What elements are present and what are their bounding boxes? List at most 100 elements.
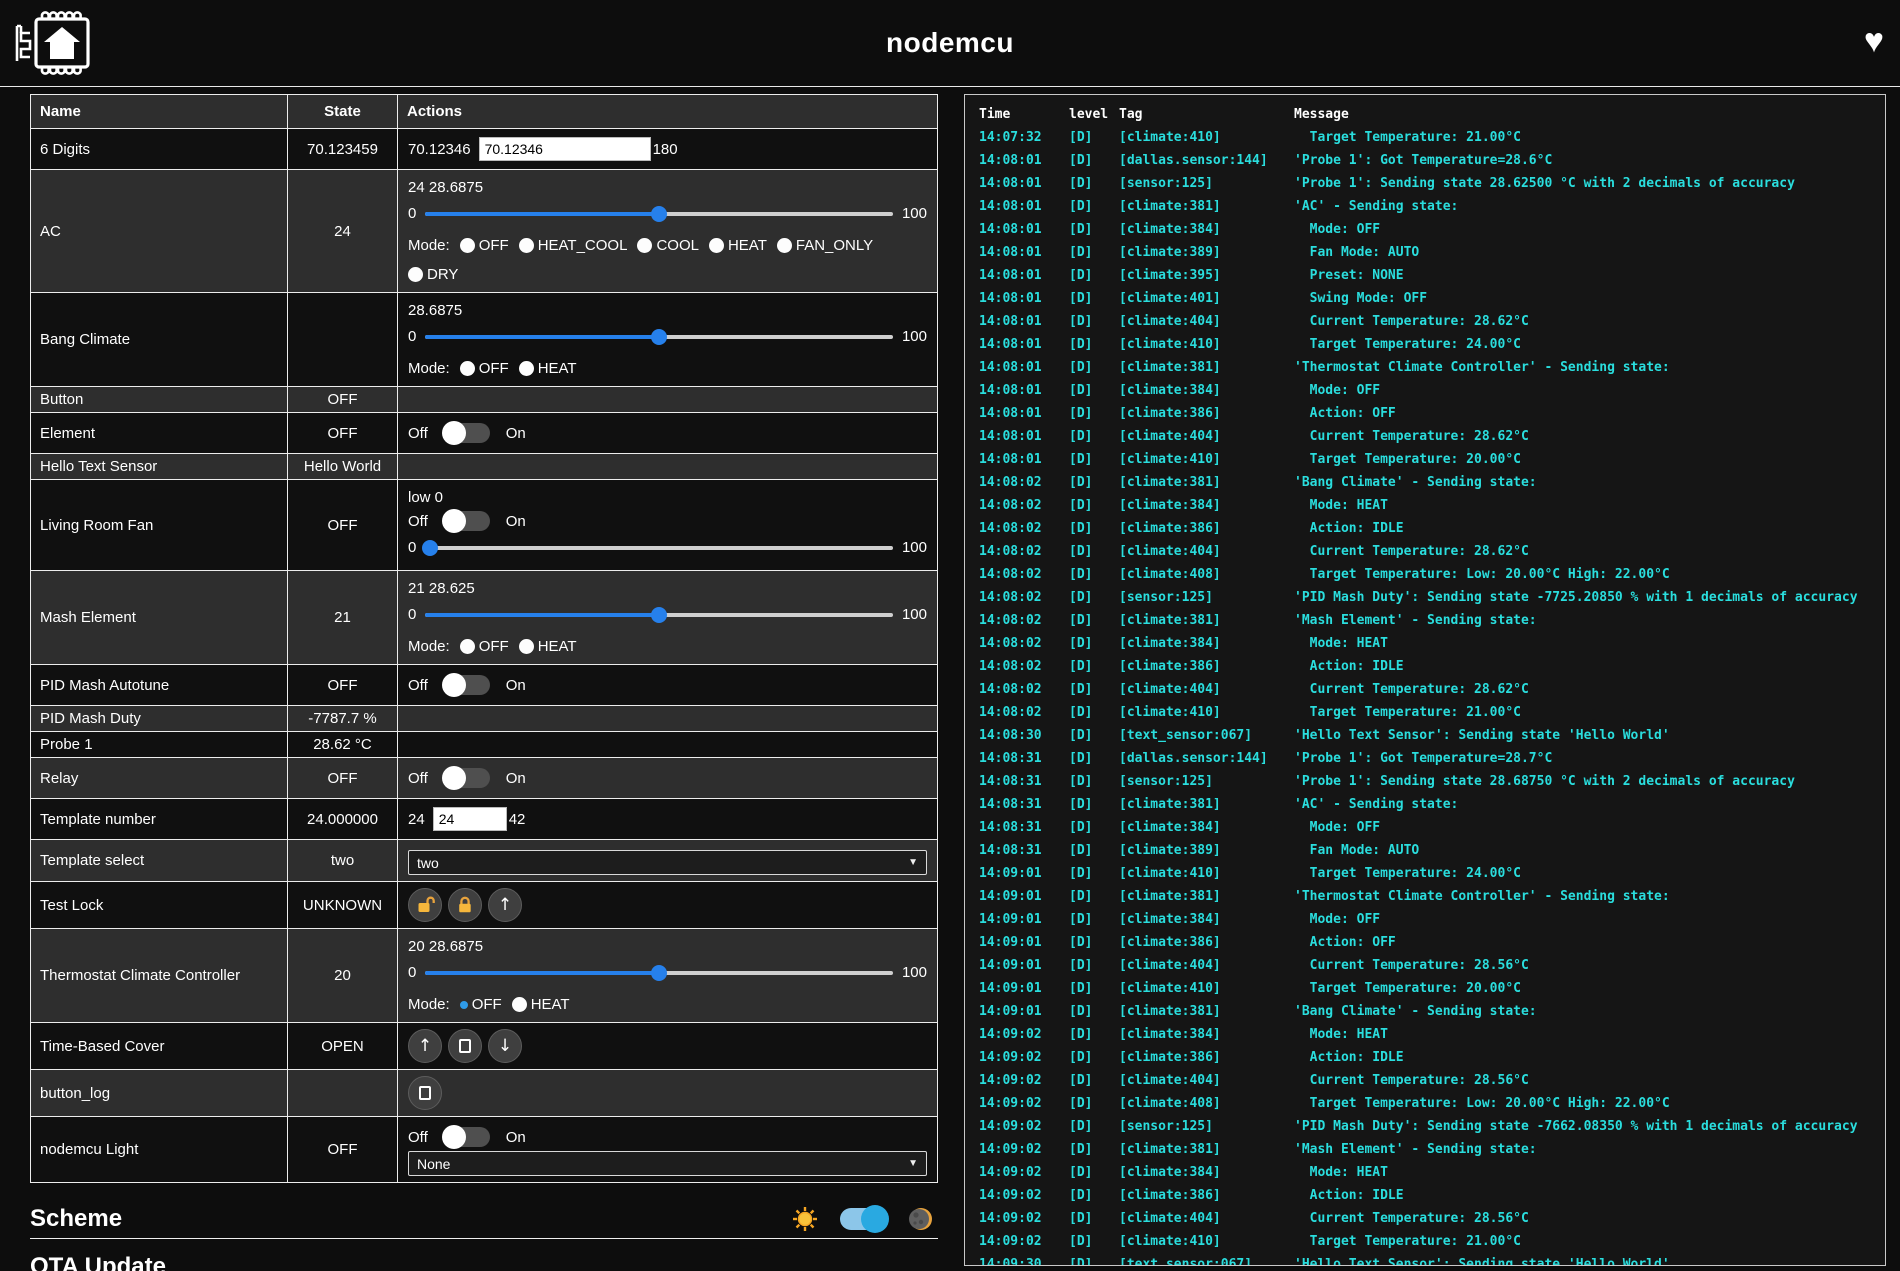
log-message: Target Temperature: Low: 20.00°C High: 2… — [1294, 1092, 1879, 1115]
stop-button[interactable] — [448, 1029, 482, 1063]
log-level: [D] — [1069, 402, 1119, 425]
slider-knob[interactable] — [651, 206, 667, 222]
log-message: 'Bang Climate' - Sending state: — [1294, 471, 1879, 494]
slider-knob[interactable] — [651, 329, 667, 345]
entity-actions: 70.12346180 — [398, 129, 938, 170]
toggle-switch[interactable] — [444, 768, 490, 788]
toggle-switch[interactable] — [444, 1127, 490, 1147]
entity-state: 24.000000 — [288, 799, 398, 840]
log-tag: [climate:410] — [1119, 862, 1294, 885]
entity-actions: 28.68750100Mode:OFFHEAT — [398, 293, 938, 387]
toggle-switch[interactable] — [444, 675, 490, 695]
arrow-up-button[interactable]: ↑ — [408, 1029, 442, 1063]
slider-max-label: 100 — [902, 606, 927, 623]
entity-table-body: 6 Digits70.12345970.12346180AC2424 28.68… — [31, 129, 938, 1183]
mode-radio-option[interactable]: OFF — [460, 236, 509, 255]
toggle-row: OffOn — [408, 511, 927, 531]
scheme-section: Scheme — [30, 1205, 938, 1233]
log-tag: [climate:384] — [1119, 1023, 1294, 1046]
lock-button[interactable] — [448, 888, 482, 922]
log-tag: [climate:404] — [1119, 1207, 1294, 1230]
entity-state: -7787.7 % — [288, 706, 398, 732]
log-time: 14:09:01 — [979, 908, 1069, 931]
slider[interactable] — [425, 971, 893, 975]
log-time: 14:09:02 — [979, 1184, 1069, 1207]
toggle-off-label: Off — [408, 1129, 428, 1146]
number-input[interactable] — [479, 137, 651, 161]
entity-actions: OffOn — [398, 758, 938, 799]
toggle-off-label: Off — [408, 513, 428, 530]
slider[interactable] — [425, 212, 893, 216]
log-time: 14:08:02 — [979, 540, 1069, 563]
slider-knob[interactable] — [651, 607, 667, 623]
entity-state — [288, 1070, 398, 1117]
mode-radio-option[interactable]: HEAT_COOL — [519, 236, 628, 255]
log-header-tag: Tag — [1119, 103, 1294, 126]
log-tag: [climate:404] — [1119, 678, 1294, 701]
log-level: [D] — [1069, 494, 1119, 517]
mode-radio-option[interactable]: HEAT — [512, 995, 570, 1014]
log-level: [D] — [1069, 977, 1119, 1000]
mode-radio-option[interactable]: HEAT — [709, 236, 767, 255]
slider[interactable] — [425, 613, 893, 617]
slider-knob[interactable] — [651, 965, 667, 981]
button-group: ↑ — [408, 888, 927, 922]
number-input[interactable] — [433, 807, 507, 831]
table-row: AC2424 28.68750100Mode:OFFHEAT_COOLCOOLH… — [31, 170, 938, 293]
log-tag: [climate:384] — [1119, 816, 1294, 839]
arrow-down-button[interactable]: ↓ — [488, 1029, 522, 1063]
log-level: [D] — [1069, 333, 1119, 356]
log-tag: [dallas.sensor:144] — [1119, 747, 1294, 770]
log-level: [D] — [1069, 241, 1119, 264]
log-time: 14:08:31 — [979, 816, 1069, 839]
entity-name: Time-Based Cover — [31, 1023, 288, 1070]
entity-actions: ↑↓ — [398, 1023, 938, 1070]
slider-knob[interactable] — [422, 540, 438, 556]
toggle-switch[interactable] — [444, 423, 490, 443]
log-tag: [climate:381] — [1119, 793, 1294, 816]
log-message: 'Thermostat Climate Controller' - Sendin… — [1294, 885, 1879, 908]
entity-actions — [398, 387, 938, 413]
unlock-button[interactable] — [408, 888, 442, 922]
mode-radio-option[interactable]: HEAT — [519, 359, 577, 378]
mode-radio-option[interactable]: OFF — [460, 359, 509, 378]
log-tag: [climate:384] — [1119, 1161, 1294, 1184]
scheme-divider — [30, 1238, 938, 1239]
log-message: Mode: HEAT — [1294, 494, 1879, 517]
log-message: 'Probe 1': Sending state 28.68750 °C wit… — [1294, 770, 1879, 793]
log-message: 'Probe 1': Sending state 28.62500 °C wit… — [1294, 172, 1879, 195]
toggle-switch[interactable] — [444, 511, 490, 531]
arrow-down-icon: ↓ — [498, 1038, 512, 1055]
mode-radio-option[interactable]: DRY — [408, 265, 458, 284]
stop-button[interactable] — [408, 1076, 442, 1110]
radio-icon — [519, 238, 534, 253]
log-tag: [climate:404] — [1119, 954, 1294, 977]
select-box[interactable]: two▼ — [408, 850, 927, 875]
log-header-level: level — [1069, 103, 1119, 126]
stop-icon — [459, 1039, 471, 1053]
mode-radio-option[interactable]: FAN_ONLY — [777, 236, 873, 255]
log-time: 14:09:02 — [979, 1069, 1069, 1092]
table-row: PID Mash Duty-7787.7 % — [31, 706, 938, 732]
mode-radio-option[interactable]: OFF — [460, 637, 509, 656]
log-time: 14:08:02 — [979, 517, 1069, 540]
slider[interactable] — [425, 335, 893, 339]
arrow-up-button[interactable]: ↑ — [488, 888, 522, 922]
scheme-toggle[interactable] — [840, 1208, 886, 1230]
radio-icon — [460, 238, 475, 253]
log-tag: [dallas.sensor:144] — [1119, 149, 1294, 172]
toggle-row: OffOn — [408, 1127, 927, 1147]
toggle-off-label: Off — [408, 770, 428, 787]
log-level: [D] — [1069, 310, 1119, 333]
mode-radio-option[interactable]: OFF — [460, 995, 502, 1014]
select-box[interactable]: None▼ — [408, 1151, 927, 1176]
mode-radio-option[interactable]: COOL — [637, 236, 699, 255]
entity-state: OFF — [288, 387, 398, 413]
slider-row: 0100 — [408, 606, 927, 623]
mode-radio-option[interactable]: HEAT — [519, 637, 577, 656]
entity-name: Bang Climate — [31, 293, 288, 387]
toggle-off-label: Off — [408, 677, 428, 694]
entity-state: 28.62 °C — [288, 732, 398, 758]
log-time: 14:08:31 — [979, 839, 1069, 862]
slider[interactable] — [425, 546, 893, 550]
